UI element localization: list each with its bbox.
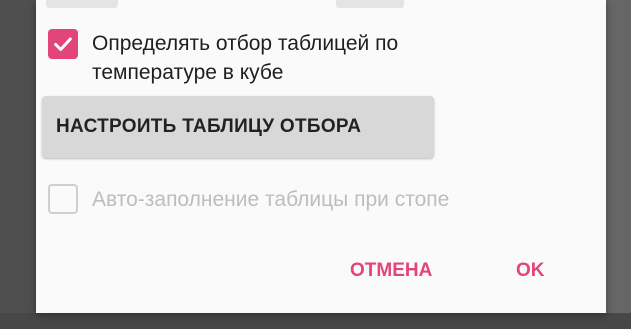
autofill-label: Авто-заполнение таблицы при стопе [92,187,450,211]
backdrop-left [0,0,36,329]
ok-button[interactable]: OK [516,260,545,282]
temp-table-option[interactable]: Определять отбор таблицей по температуре… [48,29,472,87]
cancel-button[interactable]: ОТМЕНА [350,260,432,282]
check-icon [54,37,72,51]
configure-table-button[interactable]: НАСТРОИТЬ ТАБЛИЦУ ОТБОРА [42,96,434,158]
screen: Определять отбор таблицей по температуре… [0,0,631,329]
backdrop-right [606,0,631,329]
temp-table-label: Определять отбор таблицей по температуре… [92,32,399,84]
settings-dialog: Определять отбор таблицей по температуре… [36,0,606,313]
partial-control-left [46,0,118,8]
temp-table-checkbox[interactable] [48,29,78,59]
partial-control-right [336,0,404,8]
backdrop-bottom [0,313,631,329]
autofill-option: Авто-заполнение таблицы при стопе [48,184,449,214]
autofill-checkbox [48,184,78,214]
